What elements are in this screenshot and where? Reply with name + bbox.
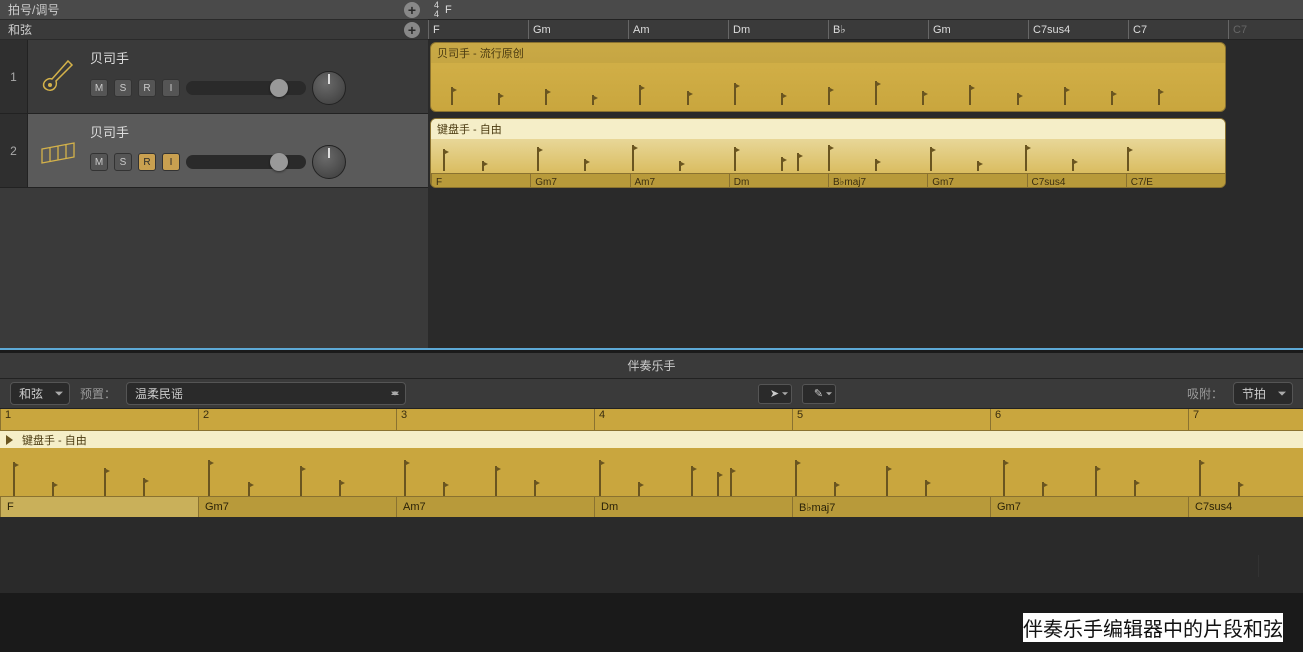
- region-waveform: [435, 65, 1221, 105]
- track-row[interactable]: 1 贝司手 M S R I: [0, 40, 428, 114]
- region-waveform: [435, 141, 1221, 171]
- region-chord[interactable]: F: [431, 174, 530, 188]
- region-chord[interactable]: Gm7: [927, 174, 1026, 188]
- volume-slider[interactable]: [186, 81, 306, 95]
- pencil-icon: ✎: [814, 387, 823, 400]
- input-button[interactable]: I: [162, 153, 180, 171]
- track-number: 2: [0, 114, 28, 187]
- bass-guitar-icon: [36, 55, 80, 99]
- track-name: 贝司手: [90, 48, 420, 67]
- editor-chord[interactable]: B♭maj7: [792, 497, 990, 517]
- ruler-bar[interactable]: 5: [792, 409, 990, 430]
- piano-icon: [36, 129, 80, 173]
- timesig-label: 拍号/调号: [8, 1, 59, 18]
- track-list-panel: 拍号/调号 + 和弦 + 1 贝司手 M S R: [0, 0, 428, 348]
- pan-knob[interactable]: [312, 71, 346, 105]
- editor-chord-strip: F Gm7 Am7 Dm B♭maj7 Gm7 C7sus4: [0, 497, 1303, 517]
- editor-chord[interactable]: F: [0, 497, 198, 517]
- ruler-bar[interactable]: 4: [594, 409, 792, 430]
- preset-label: 预置：: [80, 385, 116, 402]
- region-bass[interactable]: 贝司手 - 流行原创: [430, 42, 1226, 112]
- volume-slider[interactable]: [186, 155, 306, 169]
- track-row[interactable]: 2 贝司手 M S R I: [0, 114, 428, 188]
- add-chord-button[interactable]: +: [404, 22, 420, 38]
- callout-text: 伴奏乐手编辑器中的片段和弦: [1023, 613, 1283, 642]
- editor-panel: 伴奏乐手 和弦 预置： 温柔民谣 ➤ ✎ 吸附： 节拍 1 2 3 4 5 6 …: [0, 353, 1303, 593]
- pencil-tool-button[interactable]: ✎: [802, 384, 836, 404]
- editor-chord[interactable]: Gm7: [990, 497, 1188, 517]
- solo-button[interactable]: S: [114, 79, 132, 97]
- editor-region-header[interactable]: 键盘手 - 自由: [0, 431, 1303, 449]
- region-chord[interactable]: C7sus4: [1027, 174, 1126, 188]
- chord-cell[interactable]: C7sus4: [1028, 20, 1128, 39]
- editor-region-label: 键盘手 - 自由: [22, 432, 87, 448]
- global-row-chord[interactable]: 和弦 +: [0, 20, 428, 40]
- chord-cell[interactable]: F: [428, 20, 528, 39]
- chord-cell[interactable]: Am: [628, 20, 728, 39]
- mute-button[interactable]: M: [90, 79, 108, 97]
- region-chord[interactable]: Am7: [630, 174, 729, 188]
- region-chord[interactable]: C7/E: [1126, 174, 1225, 188]
- region-label: 贝司手 - 流行原创: [431, 43, 1225, 63]
- mute-button[interactable]: M: [90, 153, 108, 171]
- timeline-panel: 44 F F Gm Am Dm B♭ Gm C7sus4 C7 C7 贝司手 -…: [428, 0, 1303, 348]
- region-chord-strip: F Gm7 Am7 Dm B♭maj7 Gm7 C7sus4 C7/E: [431, 173, 1225, 188]
- snap-label: 吸附：: [1187, 385, 1223, 402]
- editor-chord[interactable]: Gm7: [198, 497, 396, 517]
- add-timesig-button[interactable]: +: [404, 2, 420, 18]
- editor-chord[interactable]: Am7: [396, 497, 594, 517]
- key-signature: F: [445, 4, 452, 16]
- chord-cell[interactable]: Gm: [528, 20, 628, 39]
- snap-dropdown[interactable]: 节拍: [1233, 382, 1293, 405]
- ruler-bar[interactable]: 6: [990, 409, 1188, 430]
- preset-dropdown[interactable]: 温柔民谣: [126, 382, 406, 405]
- region-chord[interactable]: B♭maj7: [828, 174, 927, 188]
- callout-line: [1258, 555, 1259, 577]
- pointer-tool-button[interactable]: ➤: [758, 384, 792, 404]
- ruler-bar[interactable]: 2: [198, 409, 396, 430]
- region-chord[interactable]: Dm: [729, 174, 828, 188]
- editor-chord[interactable]: C7sus4: [1188, 497, 1303, 517]
- region-label: 键盘手 - 自由: [431, 119, 1225, 139]
- chord-track-label: 和弦: [8, 21, 32, 38]
- editor-waveform[interactable]: [0, 449, 1303, 497]
- region-keys[interactable]: 键盘手 - 自由 F Gm7 Am7 Dm B♭maj7: [430, 118, 1226, 188]
- ruler-bar[interactable]: 7: [1188, 409, 1303, 430]
- editor-bar-ruler[interactable]: 1 2 3 4 5 6 7: [0, 409, 1303, 431]
- track-name: 贝司手: [90, 122, 420, 141]
- ruler-bar[interactable]: 1: [0, 409, 198, 430]
- play-icon[interactable]: [6, 435, 18, 445]
- track-number: 1: [0, 40, 28, 113]
- chord-ruler[interactable]: F Gm Am Dm B♭ Gm C7sus4 C7 C7: [428, 20, 1303, 40]
- pan-knob[interactable]: [312, 145, 346, 179]
- chord-cell[interactable]: Dm: [728, 20, 828, 39]
- editor-toolbar: 和弦 预置： 温柔民谣 ➤ ✎ 吸附： 节拍: [0, 379, 1303, 409]
- pointer-icon: ➤: [770, 387, 779, 400]
- chord-mode-dropdown[interactable]: 和弦: [10, 382, 70, 405]
- chord-cell[interactable]: Gm: [928, 20, 1028, 39]
- chord-cell-inactive: C7: [1228, 20, 1303, 39]
- chord-cell[interactable]: B♭: [828, 20, 928, 39]
- editor-chord[interactable]: Dm: [594, 497, 792, 517]
- input-button[interactable]: I: [162, 79, 180, 97]
- ruler-bar[interactable]: 3: [396, 409, 594, 430]
- timesig-ruler[interactable]: 44 F: [428, 0, 1303, 20]
- editor-title: 伴奏乐手: [0, 353, 1303, 379]
- record-button[interactable]: R: [138, 153, 156, 171]
- chord-cell[interactable]: C7: [1128, 20, 1228, 39]
- region-chord[interactable]: Gm7: [530, 174, 629, 188]
- record-button[interactable]: R: [138, 79, 156, 97]
- time-signature: 44: [434, 1, 439, 19]
- solo-button[interactable]: S: [114, 153, 132, 171]
- global-row-timesig[interactable]: 拍号/调号 +: [0, 0, 428, 20]
